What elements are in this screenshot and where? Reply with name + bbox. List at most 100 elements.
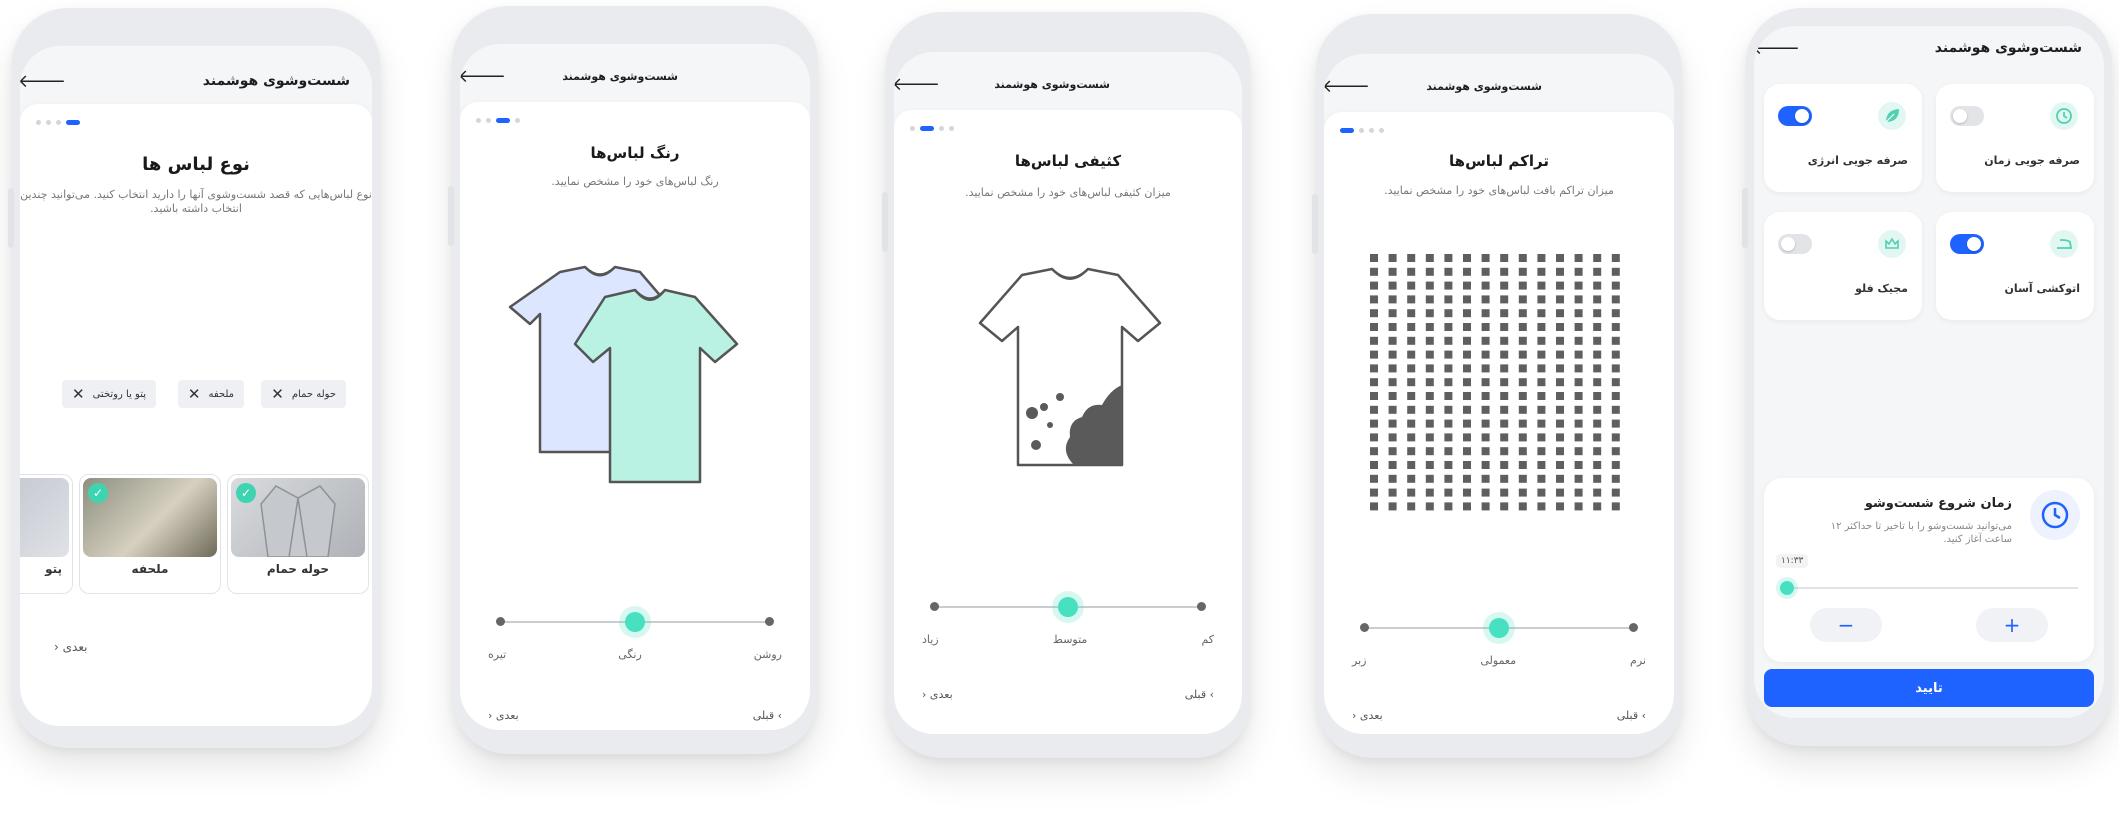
back-arrow-icon[interactable]: 🡐 [894,74,940,95]
density-dot [1574,447,1583,456]
feature-card-energy-saving[interactable]: صرفه جویی انرژی [1764,84,1922,192]
density-dot [1537,419,1546,428]
density-dot [1463,392,1471,400]
density-dot [1444,433,1453,442]
density-dot [1556,447,1564,456]
slider-labels: نرم معمولی زبر [1352,654,1646,667]
step-dot [949,126,954,131]
minus-button[interactable]: − [1810,608,1882,642]
next-button[interactable]: بعدی ‹ [1352,709,1383,722]
slider-knob[interactable] [1780,581,1794,595]
density-dot [1425,488,1434,497]
density-dot [1444,323,1453,331]
back-arrow-icon[interactable]: 🡐 [460,66,506,87]
density-dot [1425,309,1434,318]
next-button[interactable]: بعدی ‹ [488,709,519,722]
density-dot [1611,364,1620,373]
feature-card-magic-flow[interactable]: مجیک فلو [1764,212,1922,320]
chevron-left-icon: ‹ [1352,709,1357,722]
density-dot [1444,309,1453,318]
time-slider[interactable] [1780,578,2078,598]
chip-bathrobe[interactable]: حوله حمام ✕ [261,380,346,408]
step-dot-active [920,126,934,131]
app-header: شست‌وشوی هوشمند 🡐 [460,58,810,94]
toggle-switch[interactable] [1950,234,1984,254]
density-dot [1425,281,1434,290]
density-slider[interactable]: نرم معمولی زبر [1352,608,1646,667]
density-dot [1556,461,1564,469]
product-card-blanket[interactable]: پتو [20,474,73,594]
density-dot [1500,488,1509,497]
chip-sheet[interactable]: ملحفه ✕ [177,380,244,408]
prev-button[interactable]: › قبلی [1185,688,1214,701]
density-dot [1388,309,1397,318]
density-dot [1444,336,1453,345]
back-arrow-icon[interactable]: 🡐 [20,71,66,92]
density-dot [1463,336,1471,345]
back-arrow-icon[interactable]: 🡐 [1754,38,1800,59]
next-button[interactable]: بعدی ‹ [54,640,87,654]
page-subtitle: میزان تراکم بافت لباس‌های خود را مشخص نم… [1384,184,1614,197]
density-dot [1574,350,1583,359]
density-dot [1407,254,1416,262]
slider-label: نرم [1630,654,1646,667]
density-dot [1388,392,1397,400]
toggle-switch[interactable] [1950,106,1984,126]
density-dot [1500,281,1509,290]
density-dot [1481,392,1490,400]
slider-knob[interactable] [625,612,645,632]
density-dot [1425,419,1434,428]
chevron-right-icon: › [1209,688,1214,701]
density-dot [1500,447,1509,456]
close-icon[interactable]: ✕ [72,385,85,403]
feature-card-easy-iron[interactable]: اتوکشی آسان [1936,212,2094,320]
density-dot [1611,254,1620,262]
density-dot [1593,502,1602,511]
dirt-slider[interactable]: کم متوسط زیاد [922,587,1214,646]
chip-blanket[interactable]: پتو یا روتختی ✕ [62,380,156,408]
plus-button[interactable]: + [1976,608,2048,642]
prev-button[interactable]: › قبلی [753,709,782,722]
density-dot [1574,254,1583,262]
density-dot [1388,364,1397,373]
density-dot [1481,433,1490,442]
check-icon: ✓ [88,483,108,503]
color-slider[interactable]: روشن رنگی تیره [488,602,782,661]
back-arrow-icon[interactable]: 🡐 [1324,76,1370,97]
phone-4: شست‌وشوی هوشمند 🡐 تراکم لباس‌ها میزان تر… [1312,14,1682,758]
density-dot [1463,488,1471,497]
density-dot [1425,336,1434,345]
toggle-switch[interactable] [1778,106,1812,126]
close-icon[interactable]: ✕ [271,385,284,403]
density-dot [1537,267,1546,276]
density-dot [1500,323,1509,331]
toggle-switch[interactable] [1778,234,1812,254]
header-title: شست‌وشوی هوشمند [1934,40,2082,56]
phone-2: شست‌وشوی هوشمند 🡐 رنگ لباس‌ها رنگ لباس‌ه… [448,6,818,754]
page-title: رنگ لباس‌ها [590,144,680,162]
density-dot [1463,378,1471,387]
density-dot [1518,447,1527,456]
slider-knob[interactable] [1058,597,1078,617]
slider-end-dot [1197,602,1206,611]
feature-card-time-saving[interactable]: صرفه جویی زمان [1936,84,2094,192]
density-dot [1518,323,1527,331]
close-icon[interactable]: ✕ [188,385,201,403]
density-dot [1481,364,1490,373]
density-dot [1593,336,1602,345]
product-card-sheet[interactable]: ✓ ملحفه [79,474,221,594]
prev-button[interactable]: › قبلی [1617,709,1646,722]
page-subtitle: میزان کثیفی لباس‌های خود را مشخص نمایید. [965,186,1171,199]
confirm-button[interactable]: تایید [1764,669,2094,707]
next-button[interactable]: بعدی ‹ [922,688,953,701]
density-dot [1370,364,1378,373]
product-card-bathrobe[interactable]: ✓ حوله حمام [227,474,369,594]
app-header: شست‌وشوی هوشمند 🡐 [894,66,1242,102]
density-dot [1574,405,1583,414]
density-dot [1518,378,1527,387]
density-dot [1481,281,1490,290]
slider-knob[interactable] [1489,618,1509,638]
slider-label: زبر [1352,654,1367,667]
density-dot [1518,267,1527,276]
start-time-card: زمان شروع شست‌وشو می‌توانید شست‌وشو را ب… [1764,478,2094,662]
